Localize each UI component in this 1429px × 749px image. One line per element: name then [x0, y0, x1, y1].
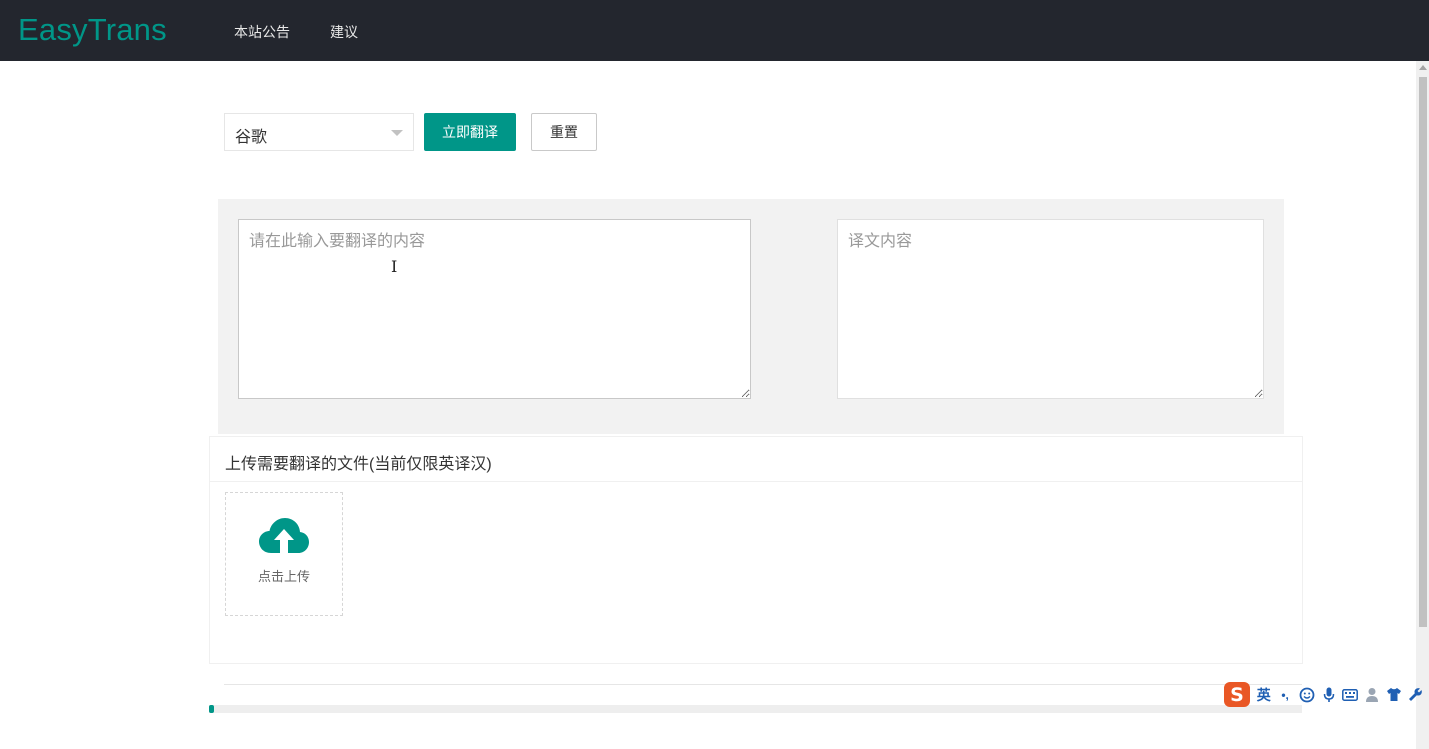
- scroll-up-arrow-icon[interactable]: [1419, 65, 1427, 70]
- ime-logo-icon[interactable]: S: [1224, 682, 1250, 707]
- top-navbar: EasyTrans 本站公告 建议: [0, 0, 1429, 61]
- target-text-output[interactable]: [837, 219, 1264, 399]
- page-scrollbar[interactable]: [1416, 61, 1429, 749]
- nav-item-announcement[interactable]: 本站公告: [234, 22, 290, 42]
- translation-panel: [218, 199, 1284, 434]
- wrench-icon[interactable]: [1408, 686, 1423, 704]
- upload-progress-bar: [209, 705, 1302, 713]
- engine-select[interactable]: 谷歌: [224, 113, 414, 151]
- reset-button[interactable]: 重置: [531, 113, 597, 151]
- ime-mode-toggle[interactable]: 英: [1256, 686, 1271, 704]
- keyboard-icon[interactable]: [1342, 686, 1359, 704]
- upload-progress-fill: [209, 705, 215, 713]
- engine-select-value: 谷歌: [235, 129, 268, 146]
- section-divider: [224, 684, 1302, 685]
- nav-item-suggestion[interactable]: 建议: [330, 22, 358, 42]
- ime-punctuation-toggle[interactable]: •,: [1277, 686, 1292, 704]
- shirt-icon[interactable]: [1386, 686, 1402, 704]
- source-text-input[interactable]: [238, 219, 751, 399]
- upload-card-title: 上传需要翻译的文件(当前仅限英译汉): [210, 437, 1302, 482]
- upload-dropzone[interactable]: 点击上传: [225, 492, 343, 616]
- scroll-thumb[interactable]: [1419, 77, 1427, 627]
- chevron-down-icon: [391, 130, 403, 136]
- user-icon[interactable]: [1364, 686, 1379, 704]
- smiley-icon[interactable]: [1299, 686, 1315, 704]
- upload-button-label: 点击上传: [257, 569, 310, 584]
- microphone-icon[interactable]: [1321, 686, 1336, 704]
- upload-card: 上传需要翻译的文件(当前仅限英译汉) 点击上传: [209, 436, 1303, 664]
- cloud-upload-icon: [259, 518, 309, 553]
- ime-toolbar: S 英 •,: [1224, 681, 1429, 708]
- brand-logo[interactable]: EasyTrans: [18, 12, 167, 48]
- translate-button[interactable]: 立即翻译: [424, 113, 516, 151]
